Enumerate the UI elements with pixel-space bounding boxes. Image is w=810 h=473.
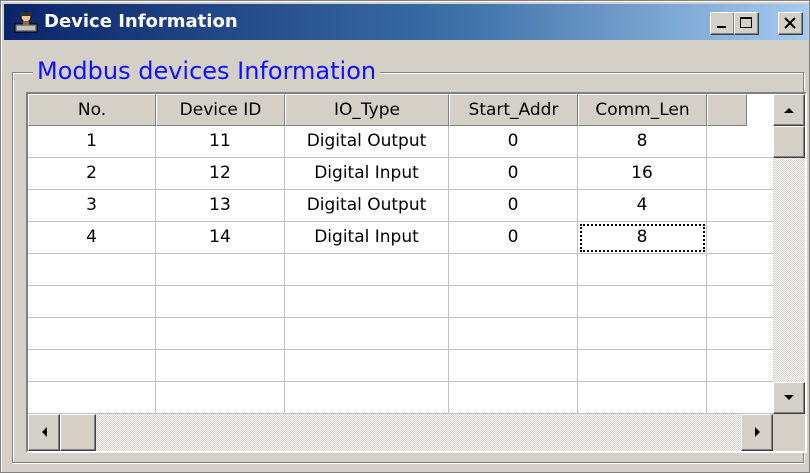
- empty-cell[interactable]: [28, 350, 156, 382]
- empty-cell[interactable]: [285, 254, 449, 286]
- cell-blank: [707, 350, 777, 382]
- column-header-comm-len[interactable]: Comm_Len: [578, 94, 707, 126]
- scroll-up-button[interactable]: [773, 94, 805, 126]
- column-header-io-type[interactable]: IO_Type: [285, 94, 449, 126]
- cell-comm-len[interactable]: 4: [578, 190, 707, 222]
- arrow-up-icon: [784, 108, 794, 113]
- cell-start-addr[interactable]: 0: [449, 222, 578, 254]
- empty-cell[interactable]: [28, 254, 156, 286]
- table-row[interactable]: 1 11 Digital Output 0 8: [28, 126, 777, 158]
- empty-cell[interactable]: [28, 382, 156, 414]
- empty-cell[interactable]: [156, 318, 285, 350]
- empty-cell[interactable]: [285, 318, 449, 350]
- cell-no[interactable]: 1: [28, 126, 156, 158]
- empty-cell[interactable]: [285, 382, 449, 414]
- cell-device-id[interactable]: 13: [156, 190, 285, 222]
- close-button[interactable]: [778, 12, 803, 35]
- empty-cell[interactable]: [449, 286, 578, 318]
- empty-cell[interactable]: [449, 318, 578, 350]
- table-row[interactable]: 2 12 Digital Input 0 16: [28, 158, 777, 190]
- vertical-scroll-thumb[interactable]: [773, 126, 805, 158]
- cell-blank: [707, 126, 777, 158]
- column-header-start-addr[interactable]: Start_Addr: [449, 94, 578, 126]
- horizontal-scroll-thumb[interactable]: [60, 414, 96, 451]
- cell-no[interactable]: 2: [28, 158, 156, 190]
- arrow-right-icon: [755, 427, 760, 437]
- table-row[interactable]: 3 13 Digital Output 0 4: [28, 190, 777, 222]
- empty-row[interactable]: [28, 350, 777, 382]
- maximize-button[interactable]: [734, 12, 759, 35]
- vertical-scrollbar[interactable]: [773, 94, 805, 414]
- cell-io-type[interactable]: Digital Input: [285, 222, 449, 254]
- cell-blank: [707, 158, 777, 190]
- cell-no[interactable]: 3: [28, 190, 156, 222]
- cell-blank: [707, 382, 777, 414]
- empty-row[interactable]: [28, 254, 777, 286]
- column-header-device-id[interactable]: Device ID: [156, 94, 285, 126]
- empty-cell[interactable]: [156, 254, 285, 286]
- cell-device-id[interactable]: 11: [156, 126, 285, 158]
- empty-cell[interactable]: [578, 350, 707, 382]
- cell-io-type[interactable]: Digital Output: [285, 190, 449, 222]
- empty-cell[interactable]: [156, 286, 285, 318]
- cell-io-type[interactable]: Digital Output: [285, 126, 449, 158]
- cell-device-id[interactable]: 12: [156, 158, 285, 190]
- close-icon: [784, 17, 796, 29]
- empty-cell[interactable]: [28, 286, 156, 318]
- cell-no[interactable]: 4: [28, 222, 156, 254]
- cell-blank: [707, 286, 777, 318]
- scroll-right-button[interactable]: [741, 414, 773, 451]
- scroll-down-button[interactable]: [773, 382, 805, 414]
- empty-cell[interactable]: [285, 286, 449, 318]
- grid-rows: 1 11 Digital Output 0 8 2 12 Digital Inp…: [28, 126, 777, 414]
- column-header-blank: [707, 94, 747, 126]
- grid-header: No. Device ID IO_Type Start_Addr Comm_Le…: [28, 94, 747, 126]
- cell-start-addr[interactable]: 0: [449, 190, 578, 222]
- cell-device-id[interactable]: 14: [156, 222, 285, 254]
- device-information-window: Device Information Modbus devices Inform…: [0, 0, 810, 473]
- cell-comm-len-focused[interactable]: 8: [578, 222, 707, 254]
- empty-cell[interactable]: [156, 350, 285, 382]
- empty-cell[interactable]: [449, 254, 578, 286]
- title-bar[interactable]: Device Information: [4, 4, 808, 40]
- group-title: Modbus devices Information: [33, 56, 381, 86]
- empty-cell[interactable]: [578, 286, 707, 318]
- table-row[interactable]: 4 14 Digital Input 0 8: [28, 222, 777, 254]
- empty-cell[interactable]: [578, 318, 707, 350]
- cell-comm-len[interactable]: 8: [578, 126, 707, 158]
- minimize-button[interactable]: [710, 12, 735, 35]
- empty-cell[interactable]: [28, 318, 156, 350]
- arrow-down-icon: [784, 395, 794, 400]
- empty-row[interactable]: [28, 286, 777, 318]
- cell-blank: [707, 318, 777, 350]
- device-app-icon[interactable]: [14, 10, 38, 34]
- cell-start-addr[interactable]: 0: [449, 126, 578, 158]
- cell-comm-len[interactable]: 16: [578, 158, 707, 190]
- window-title: Device Information: [44, 11, 238, 32]
- empty-cell[interactable]: [578, 254, 707, 286]
- empty-cell[interactable]: [449, 350, 578, 382]
- empty-cell[interactable]: [285, 350, 449, 382]
- cell-io-type[interactable]: Digital Input: [285, 158, 449, 190]
- maximize-icon: [740, 17, 752, 28]
- empty-row[interactable]: [28, 382, 777, 414]
- cell-blank: [707, 222, 777, 254]
- cell-blank: [707, 190, 777, 222]
- cell-start-addr[interactable]: 0: [449, 158, 578, 190]
- scrollbar-corner: [773, 414, 805, 451]
- horizontal-scrollbar[interactable]: [28, 414, 773, 451]
- device-grid[interactable]: No. Device ID IO_Type Start_Addr Comm_Le…: [26, 92, 807, 453]
- scroll-left-button[interactable]: [28, 414, 60, 451]
- empty-cell[interactable]: [449, 382, 578, 414]
- cell-blank: [707, 254, 777, 286]
- empty-cell[interactable]: [156, 382, 285, 414]
- minimize-icon: [717, 26, 726, 28]
- column-header-no[interactable]: No.: [28, 94, 156, 126]
- empty-cell[interactable]: [578, 382, 707, 414]
- arrow-left-icon: [42, 427, 47, 437]
- empty-row[interactable]: [28, 318, 777, 350]
